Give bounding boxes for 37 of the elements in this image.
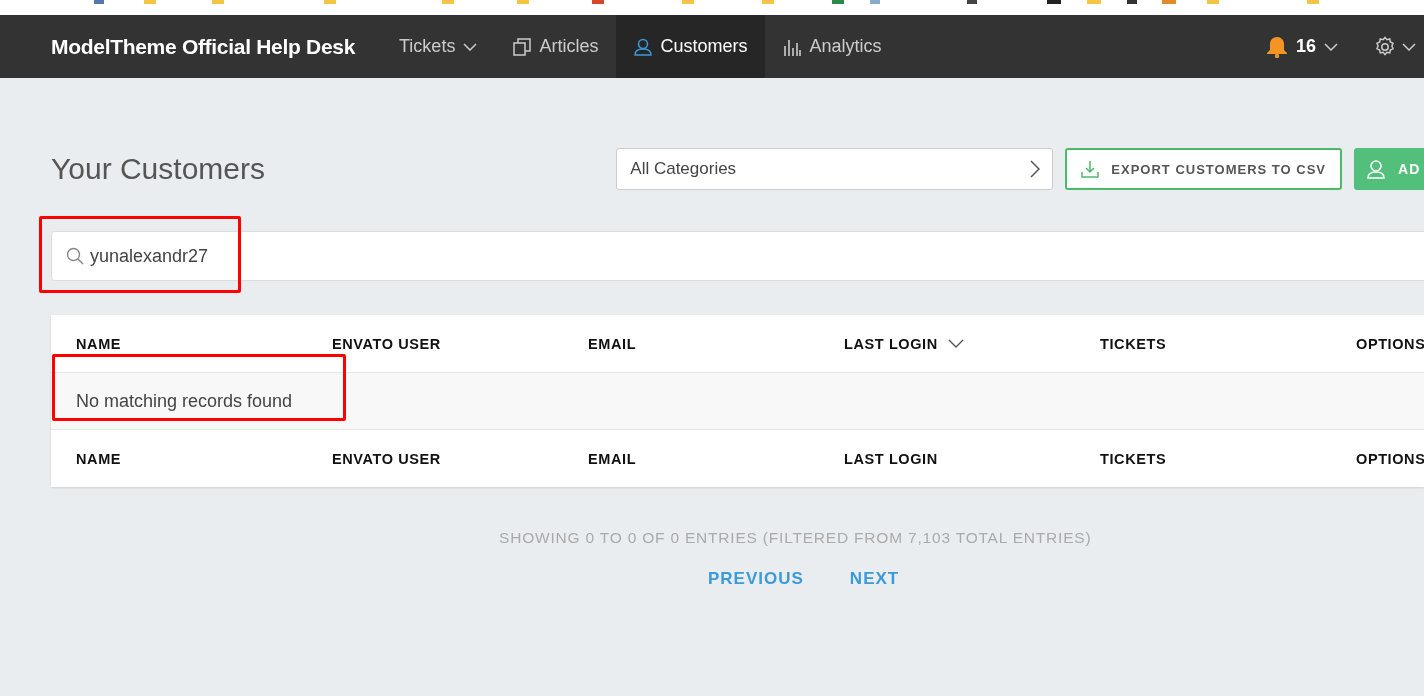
bar-chart-icon [783, 37, 802, 56]
nav-tab[interactable]: Tickets [381, 15, 496, 78]
column-header[interactable]: ENVATO USER [332, 335, 588, 352]
column-header[interactable]: NAME [76, 335, 332, 352]
column-footer: ENVATO USER [332, 450, 588, 467]
column-footer: TICKETS [1100, 450, 1356, 467]
chevron-right-icon [1030, 160, 1041, 178]
page-title: Your Customers [51, 152, 266, 186]
brand-title[interactable]: ModelTheme Official Help Desk [51, 34, 356, 59]
pages-icon [513, 37, 532, 56]
column-header[interactable]: OPTIONS [1356, 335, 1424, 352]
notifications-button[interactable]: 16 [1265, 35, 1338, 58]
column-footer: NAME [76, 450, 332, 467]
bell-icon [1265, 35, 1288, 58]
caret-icon [1324, 42, 1338, 51]
settings-icon [1374, 35, 1396, 58]
column-header[interactable]: TICKETS [1100, 335, 1356, 352]
nav-tab[interactable]: Articles [495, 15, 617, 78]
empty-message: No matching records found [76, 390, 293, 411]
export-button[interactable]: EXPORT CUSTOMERS TO CSV [1065, 148, 1342, 190]
column-footer: OPTIONS [1356, 450, 1424, 467]
settings-button[interactable] [1374, 35, 1416, 58]
category-select[interactable]: All Categories [616, 148, 1054, 190]
download-icon [1081, 160, 1100, 178]
nav-tab[interactable]: Analytics [765, 15, 900, 78]
column-footer: LAST LOGIN [844, 450, 1100, 467]
column-footer: EMAIL [588, 450, 844, 467]
column-header[interactable]: LAST LOGIN [844, 335, 1100, 352]
column-header[interactable]: EMAIL [588, 335, 844, 352]
user-icon [1366, 159, 1386, 179]
caret-icon [1402, 42, 1416, 51]
search-field[interactable]: yunalexandr27 [51, 231, 1424, 281]
search-icon [66, 247, 84, 265]
user-icon [634, 37, 653, 56]
caret-icon [463, 42, 478, 51]
nav-tab[interactable]: Customers [616, 15, 766, 78]
entries-info: SHOWING 0 TO 0 OF 0 ENTRIES (FILTERED FROM 7,103 TOTAL ENTRIES) [499, 529, 1093, 547]
